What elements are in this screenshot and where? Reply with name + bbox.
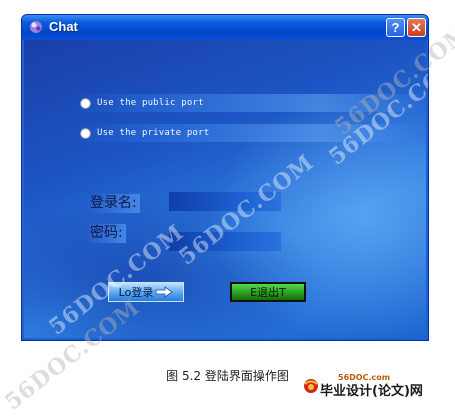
- window-title: Chat: [49, 19, 78, 34]
- arrow-right-icon: [155, 286, 174, 298]
- close-icon: ✕: [411, 20, 422, 35]
- public-port-option[interactable]: Use the public port: [80, 95, 204, 111]
- login-button-label: Lo登录: [118, 286, 154, 299]
- private-port-radio[interactable]: [80, 127, 91, 139]
- site-brand: 56DOC.com 毕业设计(论文)网: [300, 373, 450, 399]
- password-input[interactable]: [169, 232, 281, 251]
- public-port-radio[interactable]: [80, 97, 91, 109]
- username-label: 登录名:: [87, 194, 140, 213]
- chat-window: Chat ? ✕ Use the public port Use the pri…: [21, 14, 429, 341]
- login-button[interactable]: Lo登录: [108, 282, 184, 302]
- close-button[interactable]: ✕: [407, 18, 426, 37]
- exit-button-label: E退出T: [250, 286, 286, 299]
- password-label: 密码:: [87, 224, 126, 243]
- help-button[interactable]: ?: [386, 18, 405, 37]
- login-panel: Use the public port Use the private port…: [24, 40, 428, 340]
- title-bar[interactable]: Chat ? ✕: [22, 15, 428, 40]
- private-port-option[interactable]: Use the private port: [80, 125, 209, 141]
- globe-logo-icon: [304, 379, 318, 393]
- username-input[interactable]: [169, 192, 281, 211]
- public-port-label: Use the public port: [97, 98, 204, 108]
- exit-button[interactable]: E退出T: [230, 282, 306, 302]
- private-port-label: Use the private port: [97, 128, 210, 138]
- chat-app-icon: [30, 21, 42, 33]
- brand-name: 毕业设计(论文)网: [320, 384, 423, 399]
